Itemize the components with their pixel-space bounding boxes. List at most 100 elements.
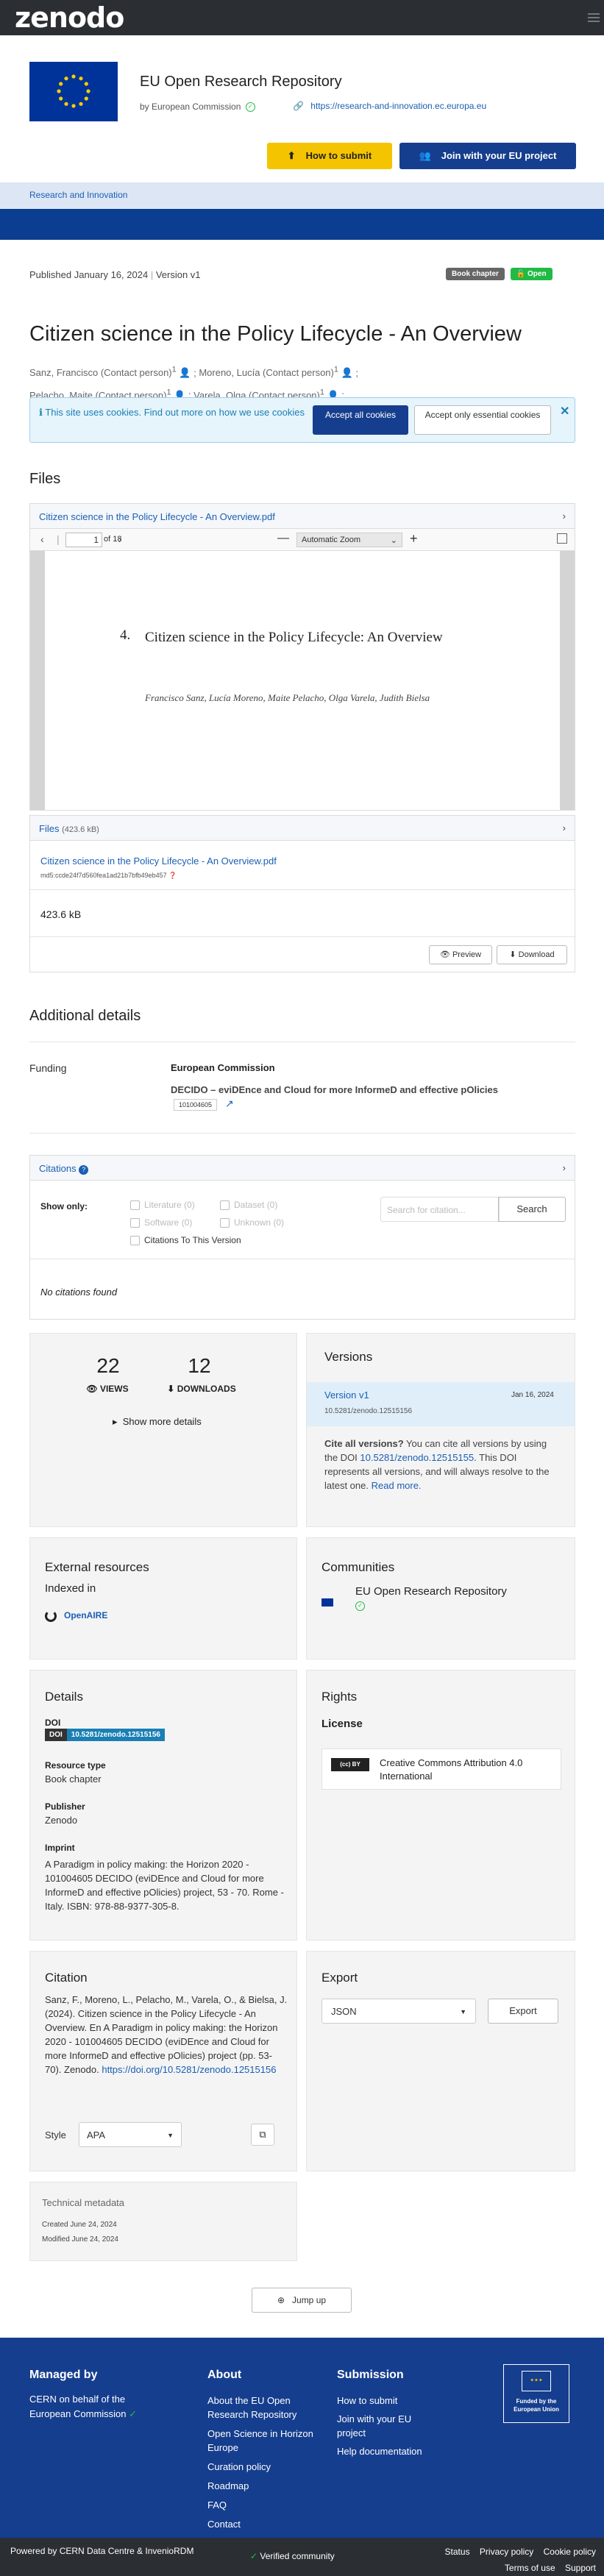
arrow-up-circle-icon: ⊕	[277, 2295, 285, 2305]
footer-link-faq[interactable]: FAQ	[207, 2498, 318, 2512]
cookie-policy-link[interactable]: Cookie policy	[544, 2547, 596, 2557]
openaire-icon	[45, 1610, 57, 1622]
details-panel: Details DOI DOI 10.5281/zenodo.12515156 R…	[29, 1670, 297, 1940]
footer-link-how-to-submit[interactable]: How to submit	[337, 2394, 433, 2408]
export-format-select[interactable]: JSON ▼	[321, 1999, 476, 2024]
jump-up-button[interactable]: ⊕ Jump up	[252, 2288, 352, 2313]
export-button[interactable]: Export	[488, 1999, 558, 2024]
imprint-value: A Paradigm in policy making: the Horizon…	[45, 1859, 284, 1912]
technical-metadata-panel: Technical metadata Created June 24, 2024…	[29, 2182, 297, 2261]
license-item[interactable]: (cc) BY Creative Commons Attribution 4.0…	[321, 1748, 561, 1790]
support-link[interactable]: Support	[565, 2563, 596, 2573]
file-preview-panel: Citizen science in the Policy Lifecycle …	[29, 503, 575, 811]
submission-heading: Submission	[337, 2369, 404, 2381]
affiliation-number: 1	[319, 388, 324, 397]
community-name[interactable]: EU Open Research Repository	[140, 74, 342, 90]
link-icon: 🔗	[293, 101, 304, 111]
community-blue-band	[0, 209, 604, 240]
unlock-icon: 🔓	[516, 270, 526, 278]
resource-type-value: Book chapter	[45, 1773, 102, 1785]
accept-essential-cookies-button[interactable]: Accept only essential cookies	[414, 405, 551, 435]
community-url[interactable]: 🔗 https://research-and-innovation.ec.eur…	[293, 101, 486, 111]
record-title: Citizen science in the Policy Lifecycle …	[29, 322, 522, 346]
footer-link-contact[interactable]: Contact	[207, 2517, 318, 2531]
copy-icon[interactable]: ⧉	[251, 2124, 274, 2146]
concept-doi-link[interactable]: 10.5281/zenodo.12515155	[360, 1452, 474, 1463]
about-heading: About	[207, 2369, 242, 2381]
powered-by[interactable]: Powered by CERN Data Centre & InvenioRDM	[10, 2545, 202, 2558]
read-more-link[interactable]: Read more.	[372, 1480, 422, 1491]
fullscreen-icon[interactable]	[557, 533, 567, 544]
show-only-label: Show only:	[40, 1201, 88, 1211]
join-project-button[interactable]: 👥 Join with your EU project	[399, 143, 576, 169]
chevron-down-icon: ⌄	[390, 536, 397, 545]
footer-link-roadmap[interactable]: Roadmap	[207, 2479, 318, 2493]
citation-search-button[interactable]: Search	[498, 1197, 566, 1222]
downloads-label: DOWNLOADS	[177, 1384, 236, 1394]
research-innovation-link[interactable]: Research and Innovation	[29, 190, 127, 200]
openaire-link[interactable]: OpenAIRE	[45, 1610, 107, 1622]
downloads-label-wrap: ⬇ DOWNLOADS	[155, 1384, 248, 1394]
footer-link-curation[interactable]: Curation policy	[207, 2460, 318, 2474]
status-link[interactable]: Status	[445, 2547, 470, 2557]
cookie-text: This site uses cookies. Find out more on…	[45, 407, 305, 418]
how-to-submit-button[interactable]: ⬆ How to submit	[267, 143, 392, 169]
preview-file-name[interactable]: Citizen science in the Policy Lifecycle …	[39, 511, 275, 522]
terms-of-use-link[interactable]: Terms of use	[505, 2563, 555, 2573]
creator-name: Moreno, Lucía (Contact person)	[199, 367, 334, 379]
filter-dataset[interactable]: Dataset (0)	[220, 1200, 277, 1211]
help-icon[interactable]: ❓	[168, 872, 177, 879]
file-link[interactable]: Citizen science in the Policy Lifecycle …	[40, 855, 277, 867]
version-row[interactable]: Version v1 Jan 16, 2024 10.5281/zenodo.1…	[307, 1382, 575, 1426]
downloads-count: 12	[188, 1354, 211, 1377]
creator-name: Sanz, Francisco (Contact person)	[29, 367, 172, 379]
citation-doi-link[interactable]: https://doi.org/10.5281/zenodo.12515156	[102, 2064, 276, 2075]
files-list-header[interactable]: Files (423.6 kB) ›	[30, 816, 575, 841]
managed-by-text[interactable]: CERN on behalf of the European Commissio…	[29, 2394, 127, 2419]
accept-all-cookies-button[interactable]: Accept all cookies	[313, 405, 408, 435]
community-item[interactable]: EU Open Research Repository	[355, 1585, 507, 1598]
filter-this-version[interactable]: Citations To This Version	[130, 1235, 241, 1246]
verified-icon: ✓	[355, 1601, 365, 1611]
download-button[interactable]: ⬇ Download	[497, 945, 567, 964]
help-icon[interactable]: ?	[79, 1165, 89, 1175]
versions-heading: Versions	[324, 1350, 373, 1364]
version-label[interactable]: Version v1	[324, 1390, 369, 1401]
filter-software[interactable]: Software (0)	[130, 1217, 192, 1228]
zoom-in-icon[interactable]: +	[410, 531, 418, 547]
community-url-link[interactable]: https://research-and-innovation.ec.europ…	[310, 101, 486, 111]
openaire-label: OpenAIRE	[64, 1610, 108, 1621]
pdf-viewer[interactable]: 4. Citizen science in the Policy Lifecyc…	[30, 551, 575, 810]
footer-link-join[interactable]: Join with your EU project	[337, 2412, 433, 2440]
zoom-value: Automatic Zoom	[302, 536, 361, 544]
preview-header[interactable]: Citizen science in the Policy Lifecycle …	[30, 504, 575, 529]
footer-link-open-science[interactable]: Open Science in Horizon Europe	[207, 2427, 318, 2455]
creator-item[interactable]: Sanz, Francisco (Contact person)1 👤	[29, 366, 191, 379]
eu-flag-logo	[29, 62, 118, 121]
filter-unknown[interactable]: Unknown (0)	[220, 1217, 284, 1228]
citation-style-select[interactable]: APA ▼	[79, 2122, 182, 2147]
pdf-page: 4. Citizen science in the Policy Lifecyc…	[45, 551, 560, 810]
creator-item[interactable]: Moreno, Lucía (Contact person)1 👤	[199, 366, 352, 379]
download-icon: ⬇	[167, 1384, 175, 1394]
menu-icon[interactable]	[588, 13, 600, 22]
footer-link-help[interactable]: Help documentation	[337, 2444, 433, 2458]
close-icon[interactable]: ✕	[560, 404, 569, 419]
filter-literature[interactable]: Literature (0)	[130, 1200, 195, 1211]
external-link-icon[interactable]: ↗	[225, 1097, 234, 1110]
preview-button[interactable]: 👁 Preview	[429, 945, 492, 964]
footer-bottom-bar: Powered by CERN Data Centre & InvenioRDM…	[0, 2538, 604, 2576]
prev-page-icon[interactable]: ‹	[40, 533, 44, 545]
filter-label: Citations To This Version	[144, 1235, 241, 1245]
zoom-select[interactable]: Automatic Zoom ⌄	[296, 533, 402, 547]
privacy-policy-link[interactable]: Privacy policy	[480, 2547, 533, 2557]
doi-badge[interactable]: DOI 10.5281/zenodo.12515156	[45, 1729, 165, 1741]
citations-header[interactable]: Citations ? ›	[30, 1156, 575, 1181]
zenodo-logo[interactable]: zenodo	[15, 3, 124, 32]
views-label: VIEWS	[99, 1384, 129, 1394]
citation-search-input[interactable]: Search for citation...	[380, 1197, 500, 1222]
zoom-out-icon[interactable]: —	[277, 532, 289, 545]
footer-link-about[interactable]: About the EU Open Research Repository	[207, 2394, 318, 2422]
show-more-details[interactable]: ▸ Show more details	[113, 1416, 202, 1428]
page-number-input[interactable]: 1	[65, 533, 102, 547]
